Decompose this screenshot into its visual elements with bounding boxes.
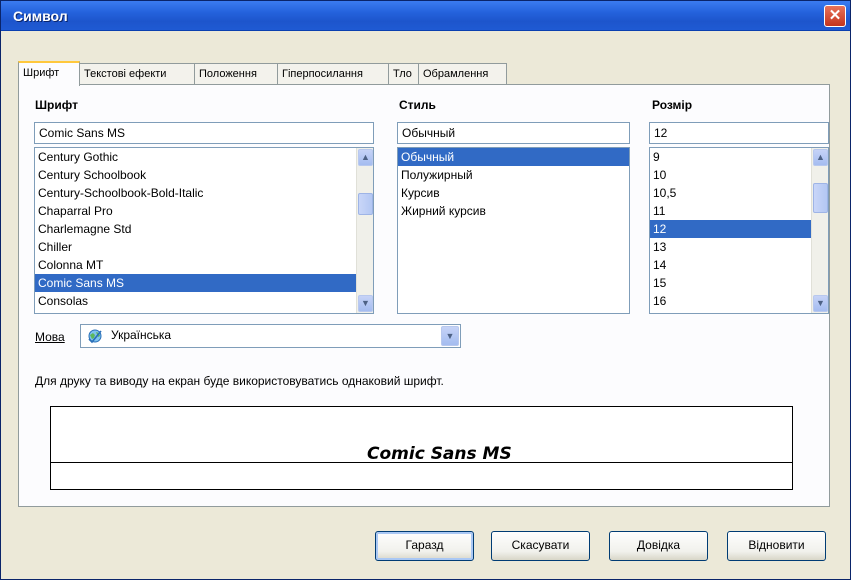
list-item[interactable]: 10,5 (650, 184, 811, 202)
list-item[interactable]: 9 (650, 148, 811, 166)
list-item[interactable]: 15 (650, 274, 811, 292)
chevron-down-icon: ▼ (361, 298, 370, 308)
scroll-up-button[interactable]: ▲ (813, 149, 828, 166)
list-item-selected[interactable]: Comic Sans MS (35, 274, 356, 292)
list-item[interactable]: Charlemagne Std (35, 220, 356, 238)
font-preview: Comic Sans MS (50, 406, 793, 490)
spellcheck-globe-icon (88, 329, 102, 344)
style-label: Стиль (399, 98, 436, 112)
list-item[interactable]: 16 (650, 292, 811, 310)
scroll-thumb[interactable] (813, 183, 828, 213)
title-bar[interactable]: Символ ✕ (1, 1, 850, 31)
preview-baseline (51, 462, 792, 463)
chevron-up-icon: ▲ (816, 152, 825, 162)
window-title: Символ (13, 8, 68, 24)
info-text: Для друку та виводу на екран буде викори… (35, 374, 444, 388)
list-item[interactable]: Жирний курсив (398, 202, 629, 220)
list-item-selected[interactable]: 12 (650, 220, 811, 238)
close-icon: ✕ (828, 7, 842, 24)
list-item[interactable]: Century Schoolbook (35, 166, 356, 184)
character-dialog: Символ ✕ Шрифт Текстові ефекти Положення… (0, 0, 851, 580)
ok-button[interactable]: Гаразд (375, 531, 474, 561)
chevron-up-icon: ▲ (361, 152, 370, 162)
font-label: Шрифт (35, 98, 78, 112)
tab-position-label: Положення (199, 68, 257, 80)
list-item[interactable]: Colonna MT (35, 256, 356, 274)
list-item[interactable]: 14 (650, 256, 811, 274)
list-item[interactable]: Chiller (35, 238, 356, 256)
style-list[interactable]: Обычный Полужирный Курсив Жирний курсив (397, 147, 630, 314)
tab-font-label: Шрифт (23, 67, 60, 79)
tab-background[interactable]: Тло (388, 63, 419, 85)
size-list[interactable]: 9 10 10,5 11 12 13 14 15 16 ▲ ▼ (649, 147, 829, 314)
chevron-down-icon: ▼ (816, 298, 825, 308)
tab-borders[interactable]: Обрамлення (418, 63, 507, 85)
style-field[interactable]: Обычный (397, 122, 630, 144)
scroll-down-button[interactable]: ▼ (813, 295, 828, 312)
font-list-scrollbar[interactable]: ▲ ▼ (356, 148, 373, 313)
font-name-field[interactable]: Comic Sans MS (34, 122, 374, 144)
list-item-selected[interactable]: Обычный (398, 148, 629, 166)
tab-hyperlink-label: Гіперпосилання (282, 68, 363, 80)
list-item[interactable]: 11 (650, 202, 811, 220)
tab-background-label: Тло (393, 68, 412, 80)
size-label: Розмір (652, 98, 693, 112)
scroll-down-button[interactable]: ▼ (358, 295, 373, 312)
scroll-thumb[interactable] (358, 193, 373, 215)
list-item[interactable]: 10 (650, 166, 811, 184)
tab-position[interactable]: Положення (194, 63, 278, 85)
size-field[interactable]: 12 (649, 122, 829, 144)
reset-button[interactable]: Відновити (727, 531, 826, 561)
tab-hyperlink[interactable]: Гіперпосилання (277, 63, 389, 85)
size-list-scrollbar[interactable]: ▲ ▼ (811, 148, 828, 313)
list-item[interactable]: Chaparral Pro (35, 202, 356, 220)
tab-text-effects[interactable]: Текстові ефекти (79, 63, 195, 85)
scroll-up-button[interactable]: ▲ (358, 149, 373, 166)
close-button[interactable]: ✕ (824, 5, 846, 27)
tab-borders-label: Обрамлення (423, 68, 489, 80)
list-item[interactable]: Century-Schoolbook-Bold-Italic (35, 184, 356, 202)
list-item[interactable]: Century Gothic (35, 148, 356, 166)
tab-text-effects-label: Текстові ефекти (84, 68, 167, 80)
list-item[interactable]: Consolas (35, 292, 356, 310)
list-item[interactable]: Полужирный (398, 166, 629, 184)
preview-sample-text: Comic Sans MS (367, 444, 512, 464)
list-item[interactable]: Курсив (398, 184, 629, 202)
language-value: Українська (111, 328, 172, 342)
language-dropdown-button[interactable]: ▼ (441, 326, 459, 346)
tab-font[interactable]: Шрифт (18, 61, 80, 86)
help-button[interactable]: Довідка (609, 531, 708, 561)
font-list[interactable]: Century Gothic Century Schoolbook Centur… (34, 147, 374, 314)
chevron-down-icon: ▼ (445, 331, 455, 341)
list-item[interactable]: 13 (650, 238, 811, 256)
cancel-button[interactable]: Скасувати (491, 531, 590, 561)
language-select[interactable]: Українська ▼ (80, 324, 461, 348)
language-label: Мова (35, 330, 65, 344)
